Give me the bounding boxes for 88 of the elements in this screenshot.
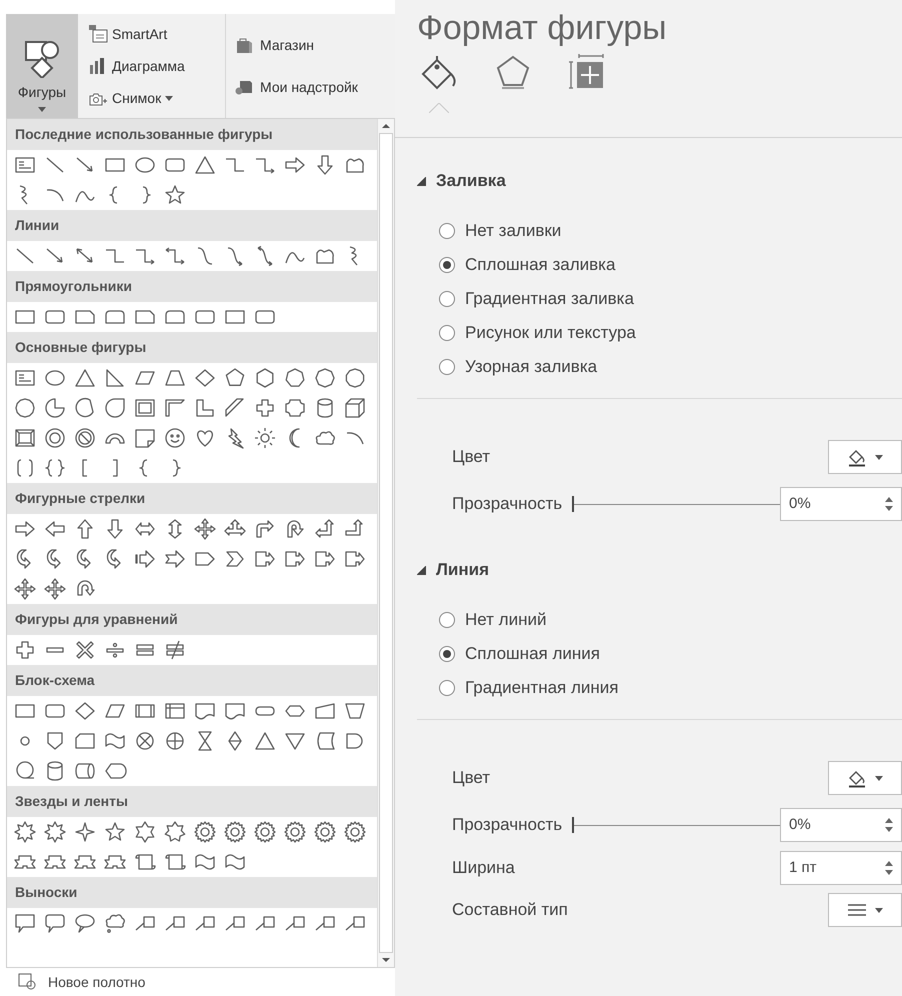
section-header: Выноски — [7, 877, 377, 908]
heptagon-icon[interactable] — [283, 366, 307, 390]
slider-track[interactable] — [572, 817, 780, 833]
shapes-icon — [22, 38, 62, 78]
property-label: Ширина — [452, 857, 516, 880]
quad-arrow-icon[interactable] — [43, 577, 67, 601]
section-header: Фигурные стрелки — [7, 483, 377, 514]
radio-option[interactable]: Нет заливки — [439, 214, 902, 248]
spinner-arrows-icon[interactable] — [885, 860, 893, 876]
property-label: Цвет — [452, 767, 492, 790]
collapse-triangle-icon — [417, 176, 426, 186]
width-field[interactable]: 1 пт — [780, 851, 902, 885]
section-header: Основные фигуры — [7, 332, 377, 363]
teardrop-icon[interactable] — [103, 396, 127, 420]
caret-icon — [38, 107, 46, 112]
radio-option[interactable]: Градиентная заливка — [439, 282, 902, 316]
pie-icon[interactable] — [43, 396, 67, 420]
octagon-icon[interactable] — [313, 366, 337, 390]
pane-title: Формат фигуры — [417, 8, 668, 48]
quad-arrow-icon[interactable] — [13, 577, 37, 601]
size-layout-icon — [567, 52, 607, 92]
caret-icon — [165, 96, 174, 100]
new-canvas-button[interactable]: Новое полотно — [6, 968, 395, 996]
burst-icon[interactable] — [13, 820, 37, 844]
field-value: 0% — [789, 494, 811, 514]
color-picker-button[interactable] — [828, 440, 902, 474]
ribbon-button[interactable]: Диаграмма — [88, 56, 225, 76]
seal-icon[interactable] — [253, 820, 277, 844]
slider-track[interactable] — [572, 496, 780, 512]
shapes-button[interactable]: Фигуры — [6, 14, 78, 118]
dodecagon-icon[interactable] — [13, 396, 37, 420]
section-header: Звезды и ленты — [7, 786, 377, 817]
section-header: Прямоугольники — [7, 271, 377, 302]
lines-icon — [847, 903, 867, 917]
radio-option[interactable]: Сплошная заливка — [439, 248, 902, 282]
smiley-icon[interactable] — [163, 426, 187, 450]
sun-icon[interactable] — [253, 426, 277, 450]
radio-option[interactable]: Узорная заливка — [439, 350, 902, 384]
radio-option[interactable]: Градиентная линия — [439, 671, 902, 705]
no-symbol-icon[interactable] — [73, 426, 97, 450]
collapse-triangle-icon — [417, 566, 426, 574]
field-value: 1 пт — [789, 858, 817, 878]
caret-icon — [875, 908, 883, 912]
cloud-callout-icon[interactable] — [103, 911, 127, 935]
seal-icon[interactable] — [313, 820, 337, 844]
seven-point-star-icon[interactable] — [163, 820, 187, 844]
cube-icon[interactable] — [343, 396, 367, 420]
caret-icon — [875, 454, 883, 460]
section-toggle[interactable]: Линия — [417, 541, 902, 599]
canvas-icon — [18, 973, 38, 991]
donut-icon[interactable] — [43, 426, 67, 450]
percent-field[interactable]: 0% — [780, 808, 902, 842]
spinner-arrows-icon[interactable] — [885, 496, 893, 512]
radio-option[interactable]: Нет линий — [439, 603, 902, 637]
property-label: Составной тип — [452, 899, 569, 922]
scroll-thumb[interactable] — [379, 133, 393, 953]
property-label: Прозрачность — [452, 493, 564, 516]
seal-icon[interactable] — [283, 820, 307, 844]
seal-icon[interactable] — [193, 820, 217, 844]
quad-arrow-icon[interactable] — [193, 517, 217, 541]
section-header: Линии — [7, 210, 377, 241]
field-value: 0% — [789, 814, 811, 835]
ribbon-button[interactable]: Снимок — [88, 88, 225, 108]
ribbon-button[interactable]: SmartArt — [88, 24, 225, 44]
property-label: Цвет — [452, 446, 492, 468]
color-picker-button[interactable] — [828, 761, 902, 795]
four-point-star-icon[interactable] — [73, 820, 97, 844]
six-point-star-icon[interactable] — [133, 820, 157, 844]
percent-field[interactable]: 0% — [780, 487, 902, 521]
ribbon-button[interactable]: Магазин — [234, 34, 395, 56]
caret-icon — [875, 776, 883, 780]
section-header: Фигуры для уравнений — [7, 604, 377, 635]
smartart-icon — [88, 24, 108, 44]
radio-option[interactable]: Рисунок или текстура — [439, 316, 902, 350]
seal-icon[interactable] — [223, 820, 247, 844]
section-header: Блок-схема — [7, 665, 377, 696]
ribbon-button[interactable]: Мои надстройк — [234, 76, 395, 98]
scrollbar[interactable] — [377, 119, 394, 967]
section-header: Последние использованные фигуры — [7, 119, 377, 150]
tab-pointer-icon — [429, 103, 449, 113]
decagon-icon[interactable] — [343, 366, 367, 390]
property-label: Прозрачность — [452, 814, 564, 836]
seal-icon[interactable] — [343, 820, 367, 844]
section-toggle[interactable]: Заливка — [417, 152, 902, 210]
spinner-arrows-icon[interactable] — [885, 817, 893, 833]
burst-icon[interactable] — [43, 820, 67, 844]
radio-option[interactable]: Сплошная линия — [439, 637, 902, 671]
line-style-dropdown[interactable] — [828, 893, 902, 927]
